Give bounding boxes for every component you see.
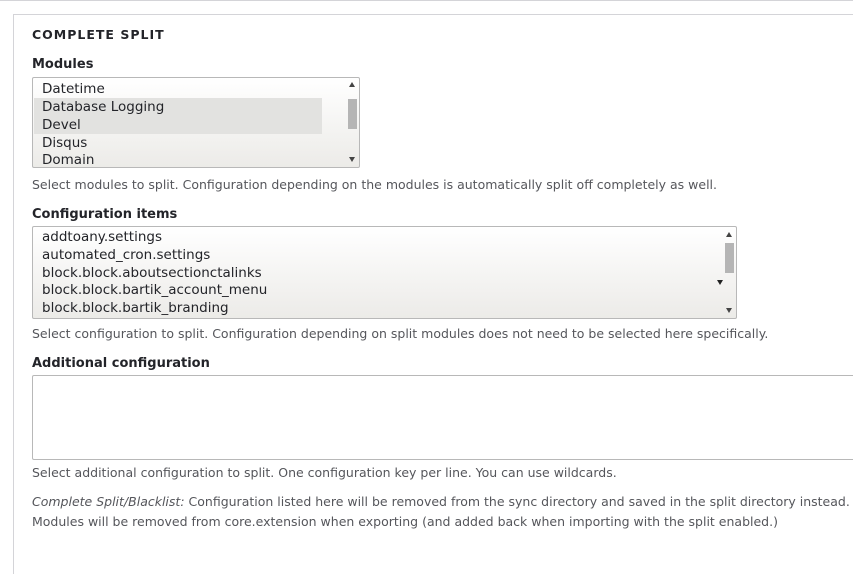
- modules-option[interactable]: Devel: [34, 116, 322, 134]
- help-text-rest: Configuration listed here will be remove…: [184, 494, 850, 509]
- additional-config-textarea[interactable]: [32, 375, 853, 460]
- modules-option[interactable]: Domain: [42, 151, 94, 167]
- scroll-up-arrow-icon[interactable]: [349, 82, 355, 87]
- config-option[interactable]: block.block.bartik_branding: [42, 299, 229, 317]
- additional-config-description: Select additional configuration to split…: [32, 465, 617, 480]
- additional-config-label: Additional configuration: [32, 356, 210, 371]
- help-text-line-1: Complete Split/Blacklist: Configuration …: [32, 494, 850, 509]
- config-items-scrollbar[interactable]: [723, 228, 736, 318]
- modules-label: Modules: [32, 57, 94, 72]
- modules-option[interactable]: Disqus: [42, 134, 87, 152]
- scroll-down-arrow-icon[interactable]: [726, 308, 732, 313]
- modules-option[interactable]: Database Logging: [34, 98, 322, 116]
- config-option[interactable]: block.block.aboutsectionctalinks: [42, 264, 262, 282]
- help-text-line-2: Modules will be removed from core.extens…: [32, 514, 778, 529]
- config-items-label: Configuration items: [32, 207, 178, 222]
- modules-scrollbar[interactable]: [346, 79, 359, 167]
- modules-option[interactable]: Datetime: [42, 80, 105, 98]
- top-divider: [0, 0, 853, 1]
- scrollbar-thumb[interactable]: [725, 243, 734, 273]
- pointer-cursor-icon: [717, 280, 723, 285]
- config-option[interactable]: addtoany.settings: [42, 228, 162, 246]
- config-option[interactable]: automated_cron.settings: [42, 246, 210, 264]
- modules-description: Select modules to split. Configuration d…: [32, 177, 718, 192]
- config-option[interactable]: block.block.bartik_account_menu: [42, 281, 267, 299]
- config-items-select[interactable]: addtoany.settings automated_cron.setting…: [32, 226, 737, 319]
- scroll-down-arrow-icon[interactable]: [349, 157, 355, 162]
- scrollbar-thumb[interactable]: [348, 99, 357, 129]
- modules-select[interactable]: Datetime Database Logging Devel Disqus D…: [32, 77, 360, 168]
- help-text-emphasis: Complete Split/Blacklist:: [32, 494, 185, 509]
- scroll-up-arrow-icon[interactable]: [726, 232, 732, 237]
- config-items-description: Select configuration to split. Configura…: [32, 326, 769, 341]
- fieldset-legend: COMPLETE SPLIT: [32, 27, 165, 42]
